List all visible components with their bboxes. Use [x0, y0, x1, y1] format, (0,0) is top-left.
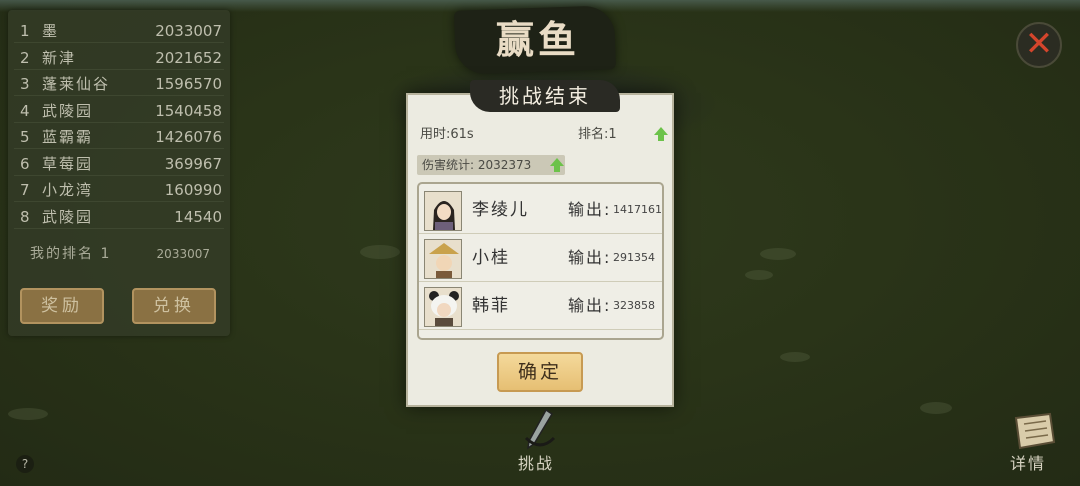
member-name: 韩菲 [472, 296, 510, 316]
confirm-button[interactable]: 确定 [497, 352, 583, 392]
ranking-index: 2 [20, 48, 30, 67]
ranking-score: 2033007 [155, 22, 222, 40]
girl-portrait-icon [424, 191, 462, 231]
ranking-name: 小龙湾 [42, 181, 94, 199]
ranking-name: 蓝霸霸 [42, 128, 94, 146]
my-rank-row: 我的排名 1 2033007 [20, 243, 210, 265]
member-name: 小桂 [472, 248, 510, 268]
bg-stone [8, 408, 48, 420]
ranking-name: 草莓园 [42, 154, 94, 173]
bg-stone [760, 248, 796, 260]
ranking-row: 7 小龙湾 160990 [14, 178, 224, 202]
output-label: 输出: [568, 200, 612, 219]
member-row: 李绫儿 输出: 1417161 [419, 186, 662, 234]
ranking-row: 2 新津 2021652 [14, 46, 224, 70]
ranking-index: 6 [20, 154, 30, 173]
ranking-score: 369967 [164, 154, 222, 173]
ranking-row: 8 武陵园 14540 [14, 205, 224, 229]
ranking-index: 4 [20, 101, 30, 120]
ranking-score: 1596570 [155, 75, 222, 93]
my-rank-label: 我的排名 1 [30, 246, 112, 262]
ranking-name: 新津 [42, 48, 77, 67]
ranking-row: 6 草莓园 369967 [14, 152, 224, 176]
output-label: 输出: [568, 296, 612, 315]
ranking-name: 蓬莱仙谷 [42, 75, 111, 93]
bg-stone [920, 402, 952, 414]
ranking-score: 1426076 [155, 128, 222, 146]
close-icon: ✕ [1024, 24, 1054, 64]
panda-hood-girl-portrait-icon [424, 287, 462, 327]
ranking-index: 3 [20, 75, 30, 93]
rank-up-arrow-icon [653, 126, 669, 146]
exchange-button[interactable]: 兑换 [132, 288, 216, 324]
ranking-index: 5 [20, 128, 30, 146]
ranking-name: 武陵园 [42, 101, 94, 120]
damage-stat: 伤害统计: 2032373 [417, 155, 565, 175]
member-row: 韩菲 输出: 323858 [419, 282, 662, 330]
details-label[interactable]: 详情 [1010, 450, 1046, 474]
output-label: 输出: [568, 248, 612, 267]
reward-button[interactable]: 奖励 [20, 288, 104, 324]
member-name: 李绫儿 [472, 200, 529, 220]
ranking-row: 1 墨 2033007 [14, 19, 224, 43]
bg-stone [780, 352, 810, 362]
close-button[interactable]: ✕ [1016, 22, 1062, 68]
member-output: 291354 [613, 251, 655, 264]
ranking-score: 2021652 [155, 48, 222, 67]
member-row: 小桂 输出: 291354 [419, 234, 662, 282]
help-icon: ? [21, 457, 29, 471]
dialog-info-row: 用时:61s 排名:1 [412, 124, 670, 146]
boss-banner-title: 赢鱼 [495, 17, 580, 62]
bg-stone [360, 245, 400, 259]
member-output: 1417161 [613, 203, 662, 216]
straw-hat-boy-portrait-icon [424, 239, 462, 279]
help-button[interactable]: ? [16, 455, 34, 473]
ranking-name: 墨 [42, 22, 60, 40]
damage-stat-label: 伤害统计: 2032373 [422, 158, 532, 172]
ranking-row: 5 蓝霸霸 1426076 [14, 125, 224, 149]
ranking-row: 4 武陵园 1540458 [14, 99, 224, 123]
rank-label: 排名:1 [578, 127, 617, 142]
dialog-title: 挑战结束 [499, 84, 591, 108]
ranking-index: 8 [20, 207, 30, 226]
time-used-label: 用时:61s [420, 127, 474, 142]
ranking-row: 3 蓬莱仙谷 1596570 [14, 72, 224, 96]
ranking-score: 14540 [174, 207, 222, 226]
ranking-index: 1 [20, 22, 30, 40]
ranking-index: 7 [20, 181, 30, 199]
challenge-label[interactable]: 挑战 [518, 450, 554, 474]
ranking-score: 1540458 [155, 101, 222, 120]
member-output: 323858 [613, 299, 655, 312]
my-rank-score: 2033007 [156, 247, 210, 261]
damage-up-arrow-icon [549, 157, 565, 177]
challenge-sword-icon[interactable] [516, 408, 564, 450]
details-scroll-icon[interactable] [1010, 412, 1058, 452]
ranking-score: 160990 [164, 181, 222, 199]
bg-stone [745, 270, 773, 280]
ranking-name: 武陵园 [42, 207, 94, 226]
